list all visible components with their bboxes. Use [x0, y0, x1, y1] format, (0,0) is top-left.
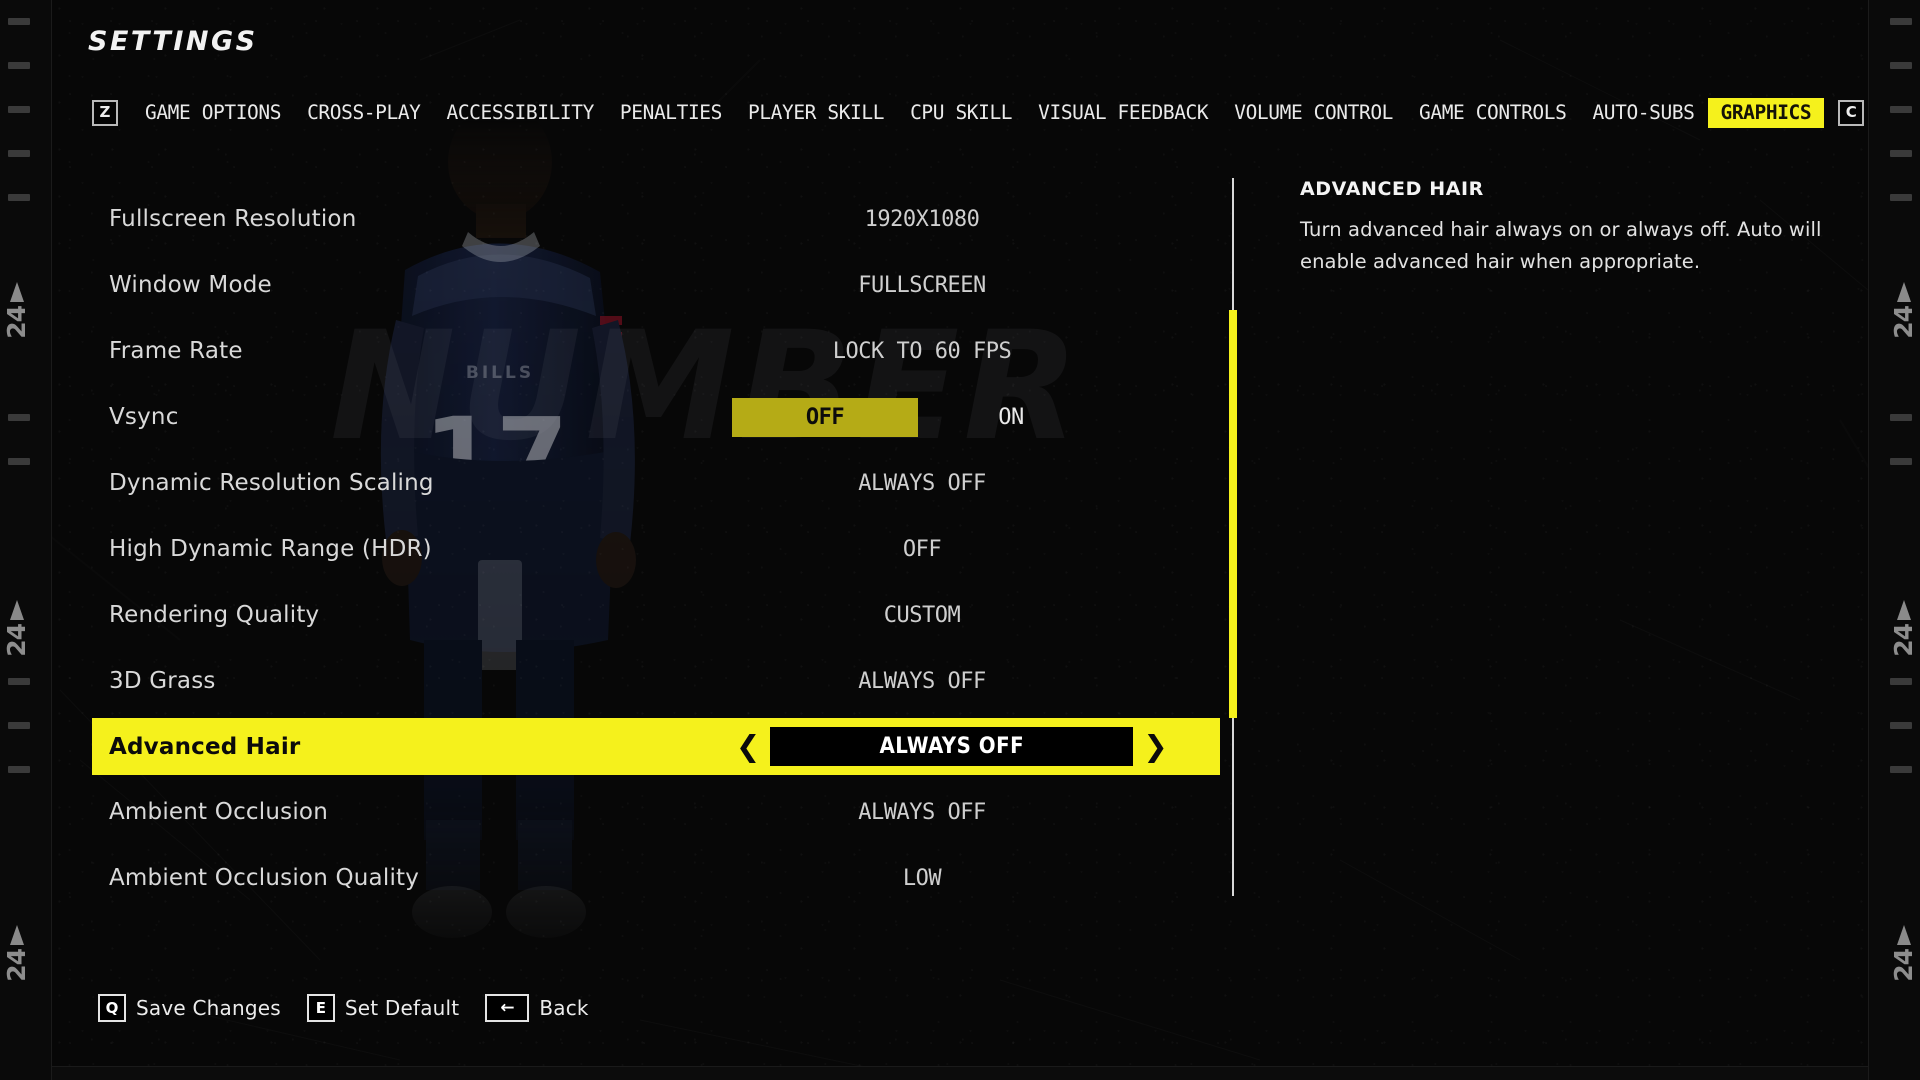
setting-label: Vsync: [109, 404, 179, 430]
tab-prev-key-badge[interactable]: Z: [92, 99, 118, 126]
setting-row-fullscreen-resolution[interactable]: Fullscreen Resolution 1920X1080: [92, 186, 1220, 252]
action-bar: Q Save Changes E Set Default ← Back: [98, 994, 589, 1022]
setting-row-rendering-quality[interactable]: Rendering Quality CUSTOM: [92, 582, 1220, 648]
chevron-left-icon[interactable]: ❮: [736, 732, 760, 761]
tab-cross-play[interactable]: CROSS-PLAY: [294, 98, 433, 128]
setting-value: OFF: [902, 536, 942, 562]
setting-segmented-control: OFF ON: [732, 397, 1104, 437]
setting-label: Rendering Quality: [109, 602, 320, 628]
segment-option-off[interactable]: OFF: [732, 397, 918, 437]
action-save-changes[interactable]: Q Save Changes: [98, 994, 281, 1022]
setting-label: High Dynamic Range (HDR): [109, 536, 432, 562]
description-panel: ADVANCED HAIR Turn advanced hair always …: [1300, 178, 1840, 277]
setting-value: ALWAYS OFF: [858, 470, 986, 496]
setting-label: Ambient Occlusion Quality: [109, 865, 420, 891]
setting-label: Dynamic Resolution Scaling: [109, 470, 434, 496]
setting-value: ALWAYS OFF: [858, 668, 986, 694]
tab-penalties[interactable]: PENALTIES: [607, 98, 735, 128]
setting-row-frame-rate[interactable]: Frame Rate LOCK TO 60 FPS: [92, 318, 1220, 384]
arrow-left-icon: ←: [485, 994, 530, 1022]
setting-value: FULLSCREEN: [858, 272, 986, 298]
tab-volume-control[interactable]: VOLUME CONTROL: [1221, 98, 1406, 128]
setting-value: LOCK TO 60 FPS: [832, 338, 1012, 364]
action-label: Set Default: [344, 996, 460, 1020]
setting-row-ambient-occlusion[interactable]: Ambient Occlusion ALWAYS OFF: [92, 779, 1220, 845]
tab-graphics[interactable]: GRAPHICS: [1707, 98, 1825, 128]
settings-screen: BILLS 17 NUMBER 24 24 24 24 24 24 SETTIN…: [0, 0, 1920, 1080]
scrollbar-thumb[interactable]: [1229, 310, 1237, 718]
action-label: Back: [539, 996, 589, 1020]
description-body: Turn advanced hair always on or always o…: [1300, 218, 1822, 273]
tab-next-key-badge[interactable]: C: [1838, 99, 1865, 126]
setting-label: Window Mode: [109, 272, 272, 298]
setting-row-3d-grass[interactable]: 3D Grass ALWAYS OFF: [92, 648, 1220, 714]
setting-stepper: ❮ ALWAYS OFF ❯: [736, 727, 1168, 766]
tab-visual-feedback[interactable]: VISUAL FEEDBACK: [1025, 98, 1221, 128]
setting-label: Advanced Hair: [109, 733, 301, 760]
segment-option-on[interactable]: ON: [918, 398, 1104, 437]
key-e-icon: E: [306, 994, 335, 1022]
setting-row-dynamic-resolution-scaling[interactable]: Dynamic Resolution Scaling ALWAYS OFF: [92, 450, 1220, 516]
action-back[interactable]: ← Back: [485, 994, 588, 1022]
settings-list: Fullscreen Resolution 1920X1080 Window Mod…: [92, 186, 1220, 911]
setting-row-high-dynamic-range-hdr[interactable]: High Dynamic Range (HDR) OFF: [92, 516, 1220, 582]
action-label: Save Changes: [136, 996, 281, 1020]
tab-accessibility[interactable]: ACCESSIBILITY: [434, 98, 607, 128]
setting-row-advanced-hair[interactable]: Advanced Hair ❮ ALWAYS OFF ❯: [92, 718, 1220, 775]
chevron-right-icon[interactable]: ❯: [1143, 732, 1167, 761]
setting-value: ALWAYS OFF: [858, 799, 986, 825]
setting-value: ALWAYS OFF: [770, 727, 1134, 766]
setting-label: Fullscreen Resolution: [109, 206, 357, 232]
setting-label: Ambient Occlusion: [109, 799, 328, 825]
tab-auto-subs[interactable]: AUTO-SUBS: [1579, 98, 1707, 128]
setting-value: CUSTOM: [883, 602, 961, 628]
tab-bar: Z GAME OPTIONS CROSS-PLAY ACCESSIBILITY PEN…: [92, 98, 1865, 128]
setting-row-ambient-occlusion-quality[interactable]: Ambient Occlusion Quality LOW: [92, 845, 1220, 911]
setting-label: 3D Grass: [109, 668, 216, 694]
tab-cpu-skill[interactable]: CPU SKILL: [897, 98, 1025, 128]
tab-player-skill[interactable]: PLAYER SKILL: [735, 98, 897, 128]
page-title: SETTINGS: [88, 26, 258, 57]
description-title: ADVANCED HAIR: [1300, 178, 1484, 200]
tab-game-controls[interactable]: GAME CONTROLS: [1406, 98, 1579, 128]
setting-value: LOW: [902, 865, 942, 891]
setting-label: Frame Rate: [109, 338, 243, 364]
setting-row-window-mode[interactable]: Window Mode FULLSCREEN: [92, 252, 1220, 318]
setting-row-vsync[interactable]: Vsync OFF ON: [92, 384, 1220, 450]
action-set-default[interactable]: E Set Default: [306, 994, 460, 1022]
tab-game-options[interactable]: GAME OPTIONS: [132, 98, 294, 128]
key-q-icon: Q: [98, 994, 126, 1022]
setting-value: 1920X1080: [864, 206, 980, 232]
